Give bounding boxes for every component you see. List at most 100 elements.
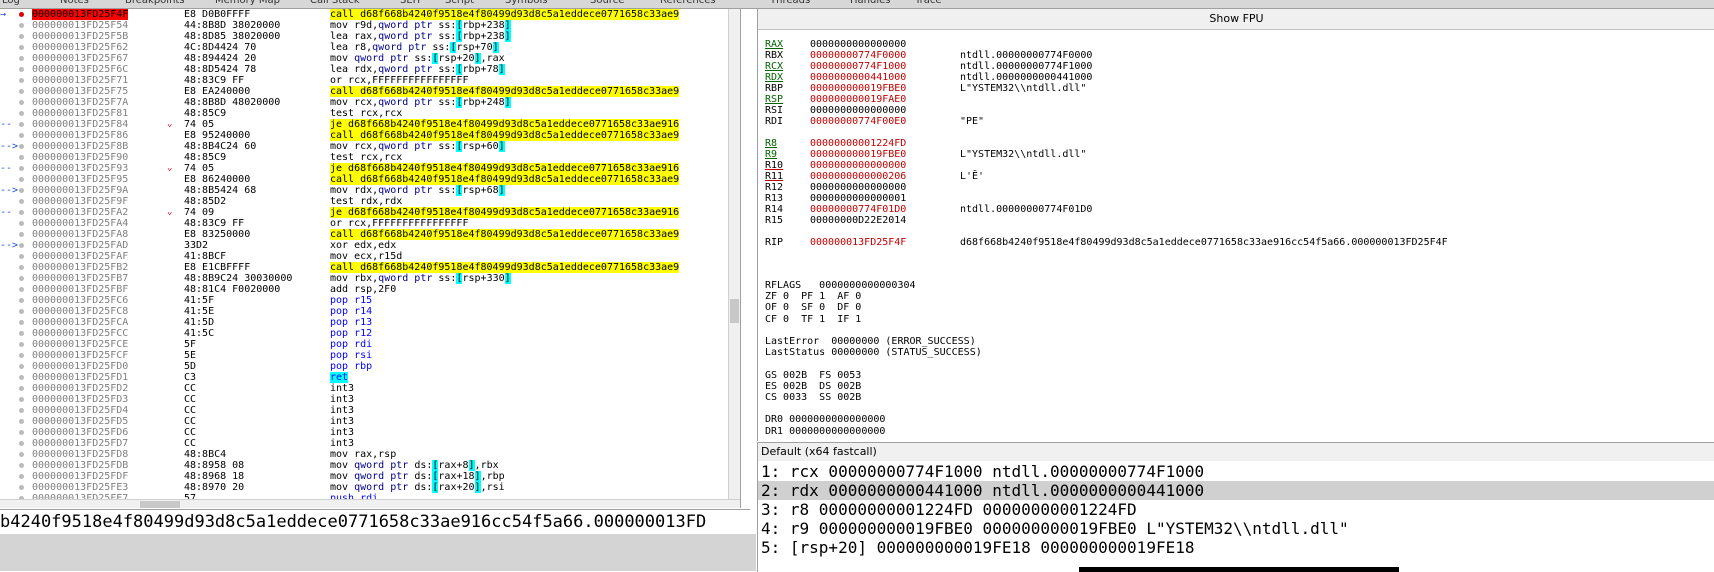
- disasm-row[interactable]: 000000013FD25FCF 5E pop rsi: [0, 350, 740, 361]
- breakpoint-dot-icon[interactable]: [19, 155, 24, 160]
- breakpoint-dot-icon[interactable]: [19, 232, 24, 237]
- tab-source[interactable]: Source: [590, 0, 624, 8]
- disasm-row[interactable]: 000000013FD25FCE 5F pop rdi: [0, 339, 740, 350]
- breakpoint-dot-icon[interactable]: [19, 210, 24, 215]
- disasm-row[interactable]: 000000013FD25F86 E8 95240000 call d68f668b…: [0, 130, 740, 141]
- breakpoint-dot-icon[interactable]: [19, 452, 24, 457]
- breakpoint-dot-icon[interactable]: [19, 386, 24, 391]
- breakpoint-dot-icon[interactable]: [19, 100, 24, 105]
- tab-script[interactable]: Script: [445, 0, 474, 8]
- breakpoint-dot-icon[interactable]: [19, 67, 24, 72]
- breakpoint-dot-icon[interactable]: [19, 111, 24, 116]
- disasm-row[interactable]: 000000013FD25FDB 48:8958 08 mov qword ptr …: [0, 460, 740, 471]
- argument-row[interactable]: 5: [rsp+20] 000000000019FE18 00000000001…: [758, 538, 1714, 557]
- tab-symbols[interactable]: Symbols: [505, 0, 547, 8]
- breakpoint-dot-icon[interactable]: [19, 133, 24, 138]
- breakpoint-dot-icon[interactable]: [19, 276, 24, 281]
- disasm-row[interactable]: 000000013FD25FB7 48:8B9C24 30030000 mov rb…: [0, 273, 740, 284]
- disasm-row[interactable]: 000000013FD25FD2 CC int3: [0, 383, 740, 394]
- disasm-row[interactable]: 000000013FD25FA4 48:83C9 FF or rcx,FFFFFFF…: [0, 218, 740, 229]
- breakpoint-dot-icon[interactable]: [19, 463, 24, 468]
- breakpoint-dot-icon[interactable]: [19, 243, 24, 248]
- breakpoint-dot-icon[interactable]: [19, 342, 24, 347]
- breakpoint-dot-icon[interactable]: [19, 265, 24, 270]
- tab-notes[interactable]: Notes: [60, 0, 89, 8]
- disassembly-scrollbar[interactable]: [728, 9, 740, 508]
- hscroll-thumb[interactable]: [140, 501, 180, 508]
- breakpoint-dot-icon[interactable]: [19, 485, 24, 490]
- breakpoint-dot-icon[interactable]: [19, 364, 24, 369]
- breakpoint-dot-icon[interactable]: [19, 78, 24, 83]
- breakpoint-dot-icon[interactable]: [19, 441, 24, 446]
- disassembly-view[interactable]: → 000000013FD25F4F E8 D0B0FFFF call d68f668…: [0, 9, 741, 508]
- breakpoint-dot-icon[interactable]: [19, 188, 24, 193]
- disasm-row[interactable]: 000000013FD25F62 4C:8D4424 70 lea r8,qword…: [0, 42, 740, 53]
- disasm-row[interactable]: -- 000000013FD25F93 ⌄ 74 05 je d68f668b4240f…: [0, 163, 740, 174]
- breakpoint-dot-icon[interactable]: [19, 419, 24, 424]
- disasm-row[interactable]: 000000013FD25FDF 48:8968 18 mov qword ptr …: [0, 471, 740, 482]
- tab-seh[interactable]: SEH: [400, 0, 420, 8]
- disasm-row[interactable]: 000000013FD25FE3 48:8970 20 mov qword ptr …: [0, 482, 740, 493]
- breakpoint-dot-icon[interactable]: [19, 166, 24, 171]
- breakpoint-dot-icon[interactable]: [19, 199, 24, 204]
- argument-row[interactable]: 1: rcx 00000000774F1000 ntdll.0000000077…: [758, 462, 1714, 481]
- breakpoint-dot-icon[interactable]: [19, 12, 24, 17]
- disasm-row[interactable]: 000000013FD25FD3 CC int3: [0, 394, 740, 405]
- breakpoint-dot-icon[interactable]: [19, 177, 24, 182]
- disasm-row[interactable]: 000000013FD25F81 48:85C9 test rcx,rcx: [0, 108, 740, 119]
- breakpoint-dot-icon[interactable]: [19, 122, 24, 127]
- disasm-row[interactable]: 000000013FD25FBF 48:81C4 F0020000 add rsp,…: [0, 284, 740, 295]
- disasm-row[interactable]: 000000013FD25FC8 41:5E pop r14: [0, 306, 740, 317]
- breakpoint-dot-icon[interactable]: [19, 309, 24, 314]
- breakpoint-dot-icon[interactable]: [19, 331, 24, 336]
- breakpoint-dot-icon[interactable]: [19, 397, 24, 402]
- breakpoint-dot-icon[interactable]: [19, 320, 24, 325]
- breakpoint-dot-icon[interactable]: [19, 89, 24, 94]
- disasm-row[interactable]: 000000013FD25FD7 CC int3: [0, 438, 740, 449]
- disasm-row[interactable]: 000000013FD25FCC 41:5C pop r12: [0, 328, 740, 339]
- disasm-row[interactable]: 000000013FD25FD4 CC int3: [0, 405, 740, 416]
- tab-memory-map[interactable]: Memory Map: [215, 0, 280, 8]
- disasm-row[interactable]: 000000013FD25FD8 48:8BC4 mov rax,rsp: [0, 449, 740, 460]
- disasm-row[interactable]: 000000013FD25FD5 CC int3: [0, 416, 740, 427]
- disasm-row[interactable]: 000000013FD25FD6 CC int3: [0, 427, 740, 438]
- disasm-row[interactable]: 000000013FD25FAF 41:8BCF mov ecx,r15d: [0, 251, 740, 262]
- disasm-row[interactable]: 000000013FD25F67 48:894424 20 mov qword pt…: [0, 53, 740, 64]
- breakpoint-dot-icon[interactable]: [19, 353, 24, 358]
- disasm-row[interactable]: → 000000013FD25F4F E8 D0B0FFFF call d68f668…: [0, 9, 740, 20]
- disasm-row[interactable]: 000000013FD25F54 44:8B8D 38020000 mov r9d,…: [0, 20, 740, 31]
- breakpoint-dot-icon[interactable]: [19, 375, 24, 380]
- disasm-row[interactable]: --> 000000013FD25F9A 48:8B5424 68 mov rdx,q…: [0, 185, 740, 196]
- disasm-row[interactable]: 000000013FD25FB2 E8 E1CBFFFF call d68f668b…: [0, 262, 740, 273]
- breakpoint-dot-icon[interactable]: [19, 34, 24, 39]
- register-value[interactable]: 00000000D22E2014: [810, 215, 906, 227]
- breakpoint-dot-icon[interactable]: [19, 45, 24, 50]
- disasm-row[interactable]: 000000013FD25F95 E8 86240000 call d68f668b…: [0, 174, 740, 185]
- disasm-row[interactable]: 000000013FD25F6C 48:8D5424 78 lea rdx,qwor…: [0, 64, 740, 75]
- argument-row[interactable]: 4: r9 000000000019FBE0 000000000019FBE0 …: [758, 519, 1714, 538]
- breakpoint-dot-icon[interactable]: [19, 221, 24, 226]
- disasm-row[interactable]: -- 000000013FD25F84 ⌄ 74 05 je d68f668b4240f…: [0, 119, 740, 130]
- tab-breakpoints[interactable]: Breakpoints: [125, 0, 185, 8]
- disasm-row[interactable]: 000000013FD25FC6 41:5F pop r15: [0, 295, 740, 306]
- call-arguments-panel[interactable]: Default (x64 fastcall) 1: rcx 0000000077…: [757, 442, 1714, 572]
- breakpoint-dot-icon[interactable]: [19, 254, 24, 259]
- tab-trace[interactable]: Trace: [915, 0, 942, 8]
- tab-call-stack[interactable]: Call Stack: [310, 0, 360, 8]
- disassembly-hscrollbar[interactable]: [0, 499, 740, 508]
- disasm-row[interactable]: 000000013FD25F9F 48:85D2 test rdx,rdx: [0, 196, 740, 207]
- breakpoint-dot-icon[interactable]: [19, 474, 24, 479]
- breakpoint-dot-icon[interactable]: [19, 23, 24, 28]
- breakpoint-dot-icon[interactable]: [19, 298, 24, 303]
- argument-row[interactable]: 3: r8 00000000001224FD 00000000001224FD: [758, 500, 1714, 519]
- disasm-row[interactable]: 000000013FD25F71 48:83C9 FF or rcx,FFFFFFF…: [0, 75, 740, 86]
- register-value[interactable]: 000000013FD25F4F: [810, 237, 906, 249]
- tab-handles[interactable]: Handles: [850, 0, 890, 8]
- disasm-row[interactable]: 000000013FD25F5B 48:8D85 38020000 lea rax,…: [0, 31, 740, 42]
- disasm-row[interactable]: 000000013FD25F90 48:85C9 test rcx,rcx: [0, 152, 740, 163]
- calling-convention-header[interactable]: Default (x64 fastcall): [758, 443, 1714, 461]
- register-value[interactable]: 00000000774F00E0: [810, 116, 906, 128]
- disasm-row[interactable]: -- 000000013FD25FA2 ⌄ 74 09 je d68f668b4240f…: [0, 207, 740, 218]
- breakpoint-dot-icon[interactable]: [19, 56, 24, 61]
- disasm-row[interactable]: --> 000000013FD25FAD 33D2 xor edx,edx: [0, 240, 740, 251]
